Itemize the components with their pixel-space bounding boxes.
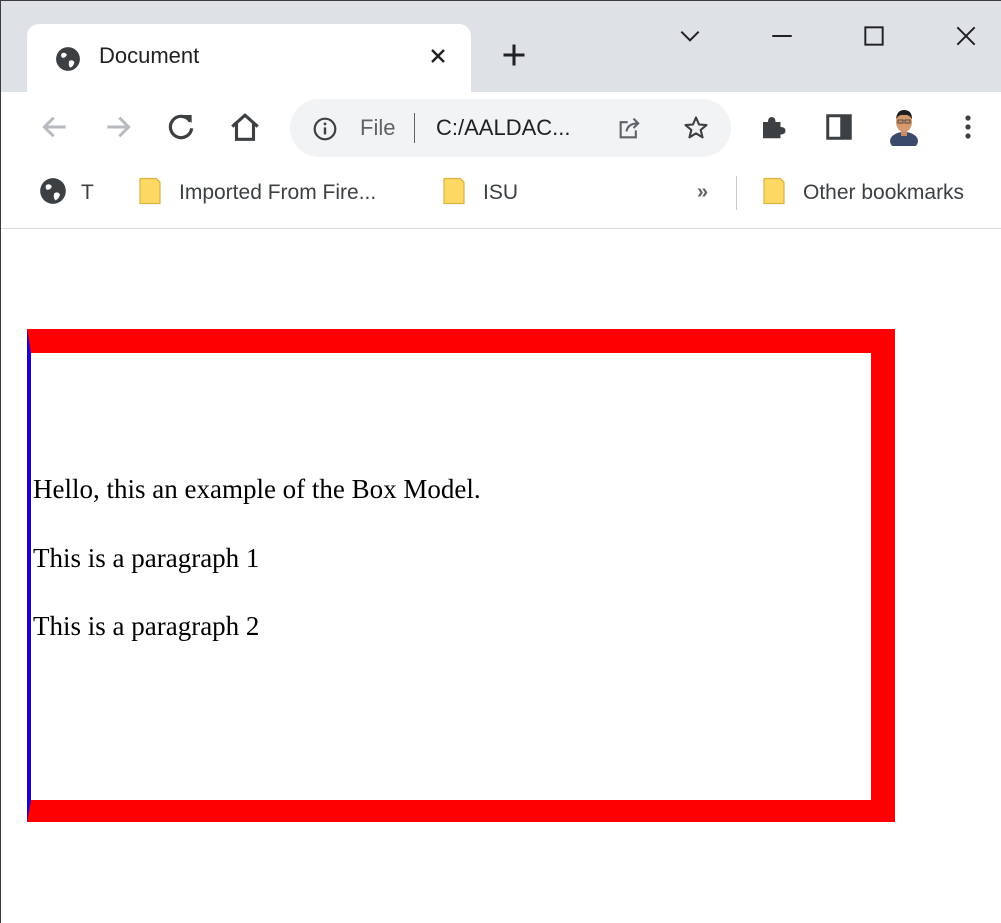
extensions-puzzle-icon[interactable]	[758, 112, 788, 147]
menu-kebab-icon[interactable]	[956, 112, 980, 147]
profile-avatar[interactable]	[885, 106, 923, 151]
tab-document[interactable]: Document	[27, 24, 471, 92]
bookmark-imported-from-firefox[interactable]: Imported From Fire...	[137, 177, 376, 209]
bookmark-t[interactable]: T	[39, 177, 94, 209]
address-bar[interactable]: File C:/AALDAC...	[290, 99, 731, 157]
tab-strip: Document	[1, 1, 1001, 92]
address-url[interactable]: C:/AALDAC...	[436, 115, 570, 141]
tab-title: Document	[99, 43, 200, 68]
globe-icon	[39, 177, 67, 210]
box-model-div: Hello, this an example of the Box Model.…	[27, 329, 895, 822]
paragraph-2: This is a paragraph 2	[33, 611, 260, 641]
bookmark-star-icon[interactable]	[682, 114, 710, 147]
close-tab-icon[interactable]	[426, 44, 450, 73]
forward-arrow-icon[interactable]	[102, 111, 134, 148]
tab-search-chevron-down-icon[interactable]	[677, 23, 703, 54]
bookmarks-overflow-chevron-icon[interactable]: »	[697, 181, 708, 204]
folder-icon	[137, 176, 163, 211]
bookmark-label: ISU	[483, 181, 519, 204]
browser-window: Document File C:/AALDAC... T Imported Fr…	[0, 0, 1001, 923]
bookmark-isu[interactable]: ISU	[441, 177, 518, 209]
address-scheme: File	[360, 115, 396, 140]
globe-icon	[55, 46, 81, 77]
bookmarks-bar: T Imported From Fire... ISU » Other book…	[1, 164, 1001, 229]
bookmarks-divider	[736, 176, 737, 210]
maximize-icon[interactable]	[861, 23, 887, 54]
close-window-icon[interactable]	[953, 23, 979, 54]
paragraph-1: This is a paragraph 1	[33, 543, 260, 573]
new-tab-button[interactable]	[500, 41, 528, 74]
bookmark-label: Imported From Fire...	[179, 181, 377, 204]
address-divider	[414, 113, 415, 143]
bookmark-label: Other bookmarks	[803, 181, 965, 204]
minimize-icon[interactable]	[769, 23, 795, 54]
box-heading-text: Hello, this an example of the Box Model.	[33, 474, 481, 504]
page-viewport: Hello, this an example of the Box Model.…	[1, 229, 1001, 923]
toolbar: File C:/AALDAC...	[1, 92, 1001, 164]
reload-icon[interactable]	[165, 111, 197, 148]
side-panel-icon[interactable]	[824, 112, 854, 147]
home-icon[interactable]	[228, 111, 262, 150]
share-icon[interactable]	[616, 114, 644, 147]
bookmark-label: T	[81, 181, 94, 204]
site-info-icon[interactable]	[312, 116, 338, 147]
folder-icon	[441, 176, 467, 211]
bookmark-other-bookmarks[interactable]: Other bookmarks	[761, 177, 964, 209]
back-arrow-icon[interactable]	[39, 111, 71, 148]
folder-icon	[761, 176, 787, 211]
